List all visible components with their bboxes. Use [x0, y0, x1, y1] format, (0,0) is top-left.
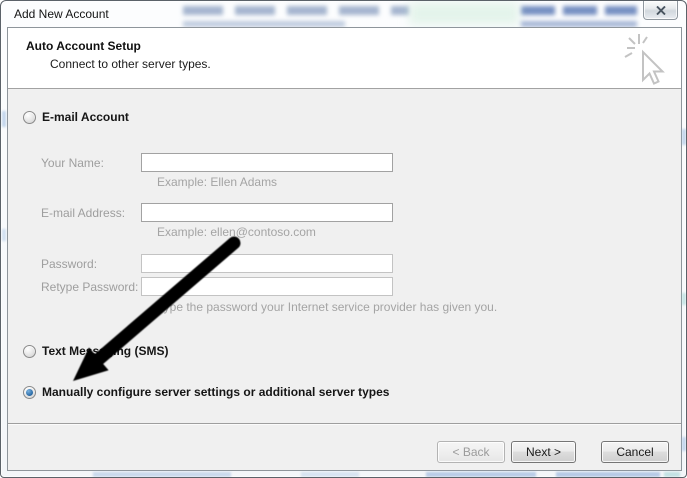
email-account-radio[interactable]: E-mail Account	[23, 110, 129, 124]
email-address-hint: Example: ellen@contoso.com	[157, 225, 316, 239]
add-new-account-dialog: Add New Account Auto Account Setup Conne…	[0, 0, 687, 478]
glass-blur-artifact	[664, 472, 680, 477]
email-address-input	[141, 203, 393, 222]
glass-blur-artifact	[556, 472, 660, 477]
footer-divider-highlight	[8, 424, 681, 425]
cursor-click-sparkle-icon	[618, 32, 673, 92]
screenshot-root: Add New Account Auto Account Setup Conne…	[0, 0, 687, 478]
close-icon	[656, 6, 666, 15]
glass-blur-artifact	[2, 229, 6, 241]
your-name-hint: Example: Ellen Adams	[157, 175, 277, 189]
glass-blur-artifact	[426, 472, 536, 477]
cancel-button[interactable]: Cancel	[601, 441, 669, 463]
page-subtitle: Connect to other server types.	[50, 57, 211, 71]
wizard-header: Auto Account Setup Connect to other serv…	[8, 28, 681, 89]
text-messaging-radio[interactable]: Text Messaging (SMS)	[23, 344, 168, 358]
window-title: Add New Account	[14, 7, 109, 21]
text-messaging-label: Text Messaging (SMS)	[42, 344, 168, 358]
your-name-label: Your Name:	[41, 156, 104, 170]
dialog-body	[7, 27, 682, 471]
password-note: Type the password your Internet service …	[157, 300, 497, 314]
glass-blur-artifact	[409, 2, 519, 25]
close-button[interactable]	[643, 1, 678, 20]
glass-blur-artifact	[521, 6, 637, 15]
glass-blur-artifact	[682, 437, 686, 451]
radio-unselected-icon	[23, 111, 36, 124]
manual-configure-label: Manually configure server settings or ad…	[42, 385, 389, 399]
glass-blur-artifact	[682, 293, 686, 305]
back-button: < Back	[437, 441, 505, 463]
manual-configure-radio[interactable]: Manually configure server settings or ad…	[23, 385, 389, 399]
next-button[interactable]: Next >	[511, 441, 576, 463]
your-name-input	[141, 153, 393, 172]
retype-password-label: Retype Password:	[41, 280, 138, 294]
password-input	[141, 254, 393, 273]
glass-blur-artifact	[93, 472, 231, 477]
password-label: Password:	[41, 257, 97, 271]
radio-unselected-icon	[23, 345, 36, 358]
glass-blur-artifact	[2, 111, 6, 127]
glass-blur-artifact	[682, 129, 686, 145]
glass-blur-artifact	[301, 472, 359, 477]
email-account-label: E-mail Account	[42, 110, 129, 124]
retype-password-input	[141, 277, 393, 296]
glass-blur-artifact	[183, 6, 409, 15]
email-address-label: E-mail Address:	[41, 206, 125, 220]
page-title: Auto Account Setup	[26, 39, 141, 53]
radio-selected-icon	[23, 386, 36, 399]
titlebar[interactable]: Add New Account	[1, 1, 686, 27]
